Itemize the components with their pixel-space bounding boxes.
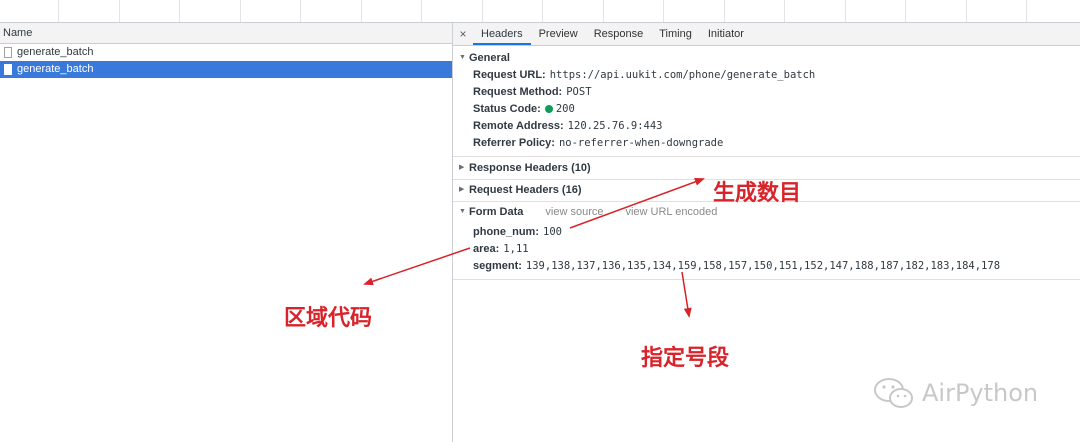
request-url-row: Request URL: https://api.uukit.com/phone/…	[453, 67, 1080, 84]
segment-row: segment: 139,138,137,136,135,134,159,158,…	[453, 258, 1080, 275]
view-url-encoded-link[interactable]: view URL encoded	[625, 203, 717, 221]
timeline-tick	[179, 0, 180, 22]
annotation-area-code: 区域代码	[284, 306, 373, 331]
status-ok-icon	[544, 105, 553, 113]
timeline-tick	[845, 0, 846, 22]
request-method-label: Request Method:	[473, 86, 563, 98]
remote-address-label: Remote Address:	[473, 120, 564, 132]
referrer-policy-row: Referrer Policy: no-referrer-when-downgra…	[453, 135, 1080, 152]
timeline-tick	[663, 0, 664, 22]
remote-address-row: Remote Address: 120.25.76.9:443	[453, 118, 1080, 135]
area-value: 1,11	[503, 243, 529, 255]
general-title: General	[469, 52, 510, 64]
triangle-down-icon: ▼	[459, 208, 466, 215]
status-code-value: 200	[555, 103, 575, 115]
segment-value: 139,138,137,136,135,134,159,158,157,150,…	[525, 260, 1001, 272]
tab-headers[interactable]: Headers	[473, 23, 531, 45]
timeline-tick	[724, 0, 725, 22]
close-icon[interactable]: ×	[453, 23, 473, 45]
tab-preview[interactable]: Preview	[531, 23, 586, 45]
section-divider	[453, 279, 1080, 280]
request-url-label: Request URL:	[473, 69, 546, 81]
phone-num-row: phone_num: 100	[453, 224, 1080, 241]
timeline-tick	[1026, 0, 1027, 22]
timeline-tick	[300, 0, 301, 22]
file-icon	[4, 47, 12, 58]
request-row[interactable]: generate_batch	[0, 44, 452, 61]
timeline-tick	[542, 0, 543, 22]
timeline-tick	[361, 0, 362, 22]
request-name: generate_batch	[17, 46, 94, 58]
referrer-policy-label: Referrer Policy:	[473, 137, 555, 149]
file-icon	[4, 64, 12, 75]
request-method-value: POST	[566, 86, 592, 98]
tab-initiator[interactable]: Initiator	[700, 23, 752, 45]
triangle-right-icon: ▶	[459, 186, 465, 193]
timeline-tick	[482, 0, 483, 22]
request-url-value: https://api.uukit.com/phone/generate_bat…	[549, 69, 816, 81]
request-name: generate_batch	[17, 63, 94, 75]
timeline-tick	[421, 0, 422, 22]
timeline-tick	[784, 0, 785, 22]
annotation-segment: 指定号段	[641, 346, 730, 371]
referrer-policy-value: no-referrer-when-downgrade	[558, 137, 724, 149]
response-headers-title: Response Headers (10)	[469, 162, 591, 174]
name-column-header[interactable]: Name	[0, 23, 452, 44]
timeline-strip	[0, 0, 1080, 23]
area-label: area:	[473, 243, 500, 255]
area-row: area: 1,11	[453, 241, 1080, 258]
view-source-link[interactable]: view source	[545, 203, 603, 221]
timeline-tick	[58, 0, 59, 22]
segment-label: segment:	[473, 260, 522, 272]
triangle-down-icon: ▼	[459, 54, 466, 61]
timeline-tick	[240, 0, 241, 22]
remote-address-value: 120.25.76.9:443	[567, 120, 663, 132]
request-headers-title: Request Headers (16)	[469, 184, 582, 196]
timeline-tick	[119, 0, 120, 22]
general-section-toggle[interactable]: ▼ General	[453, 49, 1080, 67]
phone-num-value: 100	[543, 226, 562, 238]
wechat-icon	[874, 378, 913, 408]
request-list-panel: Name generate_batch generate_batch	[0, 23, 453, 442]
phone-num-label: phone_num:	[473, 226, 539, 238]
tab-response[interactable]: Response	[586, 23, 652, 45]
request-method-row: Request Method: POST	[453, 84, 1080, 101]
details-tabbar: × Headers Preview Response Timing Initia…	[453, 23, 1080, 46]
request-row-selected[interactable]: generate_batch	[0, 61, 452, 78]
timeline-tick	[966, 0, 967, 22]
watermark: AirPython	[872, 373, 1052, 413]
tab-timing[interactable]: Timing	[651, 23, 700, 45]
status-code-row: Status Code: 200	[453, 101, 1080, 118]
form-data-title: Form Data	[469, 206, 524, 218]
timeline-tick	[603, 0, 604, 22]
timeline-tick	[905, 0, 906, 22]
status-code-label: Status Code:	[473, 103, 541, 115]
triangle-right-icon: ▶	[459, 164, 465, 171]
watermark-text: AirPython	[922, 379, 1039, 407]
annotation-generate-count: 生成数目	[713, 181, 802, 206]
